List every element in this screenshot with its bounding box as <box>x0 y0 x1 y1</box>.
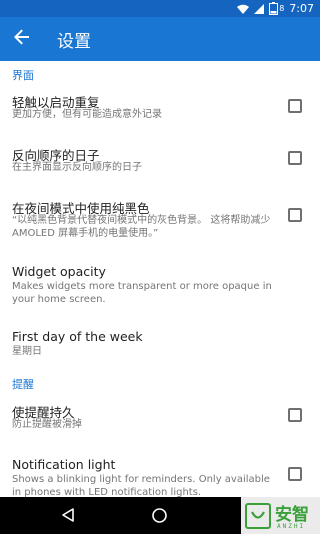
checkbox-notification-light[interactable] <box>288 467 302 481</box>
setting-reverse-order[interactable]: 反向顺序的日子 在主界面显示反向顺序的日子 <box>0 145 320 185</box>
battery-level: 8 <box>279 4 285 13</box>
anzhi-watermark: 安智 ANZHI <box>241 497 320 534</box>
setting-summary: “以纯黑色背景代替夜间模式中的灰色背景。 这将帮助减少 AMOLED 屏幕手机的… <box>12 215 271 239</box>
setting-summary: 更加方便，但有可能造成意外记录 <box>12 109 162 120</box>
setting-summary: 防止提醒被滑掉 <box>12 419 82 430</box>
section-header-interface: 界面 <box>12 69 34 82</box>
page-title: 设置 <box>57 31 91 52</box>
setting-pure-black[interactable]: 在夜间模式中使用纯黑色 “以纯黑色背景代替夜间模式中的灰色背景。 这将帮助减少 … <box>0 198 320 248</box>
app-bar: 设置 <box>0 17 320 61</box>
setting-notification-light[interactable]: Notification light Shows a blinking ligh… <box>0 457 320 497</box>
checkbox-sticky-reminders[interactable] <box>288 408 302 422</box>
battery-icon <box>269 2 279 15</box>
settings-list: 界面 轻触以启动重复 更加方便，但有可能造成意外记录 反向顺序的日子 在主界面显… <box>0 61 320 497</box>
nav-back-button[interactable] <box>60 507 76 527</box>
setting-title: Notification light <box>12 457 116 472</box>
wifi-icon <box>237 4 250 14</box>
nav-home-button[interactable] <box>151 507 168 528</box>
setting-tap-repeat[interactable]: 轻触以启动重复 更加方便，但有可能造成意外记录 <box>0 92 320 132</box>
checkbox-reverse-order[interactable] <box>288 151 302 165</box>
status-time: 7:07 <box>289 2 314 15</box>
status-bar: 8 7:07 <box>0 0 320 17</box>
watermark-sub: ANZHI <box>277 523 306 530</box>
triangle-back-icon <box>60 507 76 527</box>
section-header-reminders: 提醒 <box>12 378 34 391</box>
setting-summary: Makes widgets more transparent or more o… <box>12 281 272 305</box>
back-button[interactable] <box>0 17 44 61</box>
signal-icon <box>254 3 265 14</box>
setting-title: Widget opacity <box>12 264 106 279</box>
arrow-back-icon <box>14 29 30 49</box>
circle-home-icon <box>151 507 168 528</box>
setting-summary: Shows a blinking light for reminders. On… <box>12 474 270 497</box>
anzhi-logo-icon <box>245 502 271 529</box>
setting-first-day[interactable]: First day of the week 星期日 <box>0 329 320 361</box>
setting-widget-opacity[interactable]: Widget opacity Makes widgets more transp… <box>0 264 320 308</box>
setting-summary: 星期日 <box>12 346 42 357</box>
checkbox-pure-black[interactable] <box>288 208 302 222</box>
watermark-text: 安智 <box>275 505 309 525</box>
setting-summary: 在主界面显示反向顺序的日子 <box>12 162 142 173</box>
setting-sticky-reminders[interactable]: 使提醒持久 防止提醒被滑掉 <box>0 402 320 442</box>
setting-title: First day of the week <box>12 329 143 344</box>
checkbox-tap-repeat[interactable] <box>288 99 302 113</box>
